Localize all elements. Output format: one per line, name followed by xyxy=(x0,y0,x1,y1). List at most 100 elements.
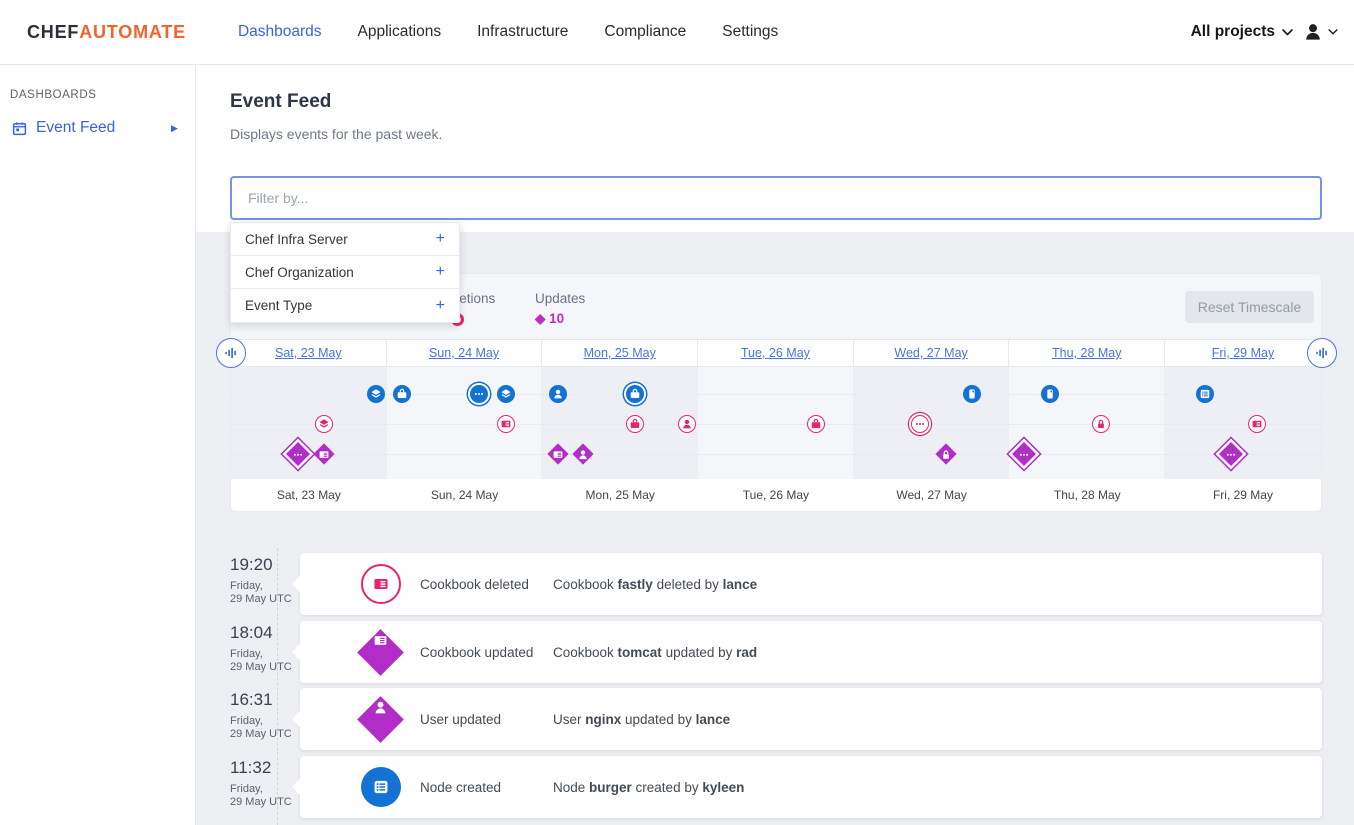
timeline-day-column xyxy=(231,367,387,479)
event-description: Cookbook tomcat updated by rad xyxy=(553,645,757,660)
chevron-down-icon xyxy=(1328,29,1338,35)
filter-category-chef-infra-server[interactable]: Chef Infra Server+ xyxy=(231,223,459,256)
timeline-day-footer: Sat, 23 MaySun, 24 MayMon, 25 MayTue, 26… xyxy=(231,479,1321,511)
timeline-marker-person-icon[interactable] xyxy=(678,415,696,433)
event-type-label: Node created xyxy=(420,780,553,795)
timeline-marker-dots-icon[interactable] xyxy=(911,415,929,433)
timeline-day-column xyxy=(1165,367,1321,479)
timeline-grid xyxy=(231,367,1321,479)
event-card[interactable]: Cookbook deletedCookbook fastly deleted … xyxy=(300,553,1322,615)
event-description: User nginx updated by lance xyxy=(553,712,730,727)
filter-dropdown: Chef Infra Server+Chef Organization+Even… xyxy=(230,222,460,323)
timeline-day-footer-label: Wed, 27 May xyxy=(854,479,1010,511)
calendar-icon xyxy=(12,121,27,136)
event-timestamp: 16:31 Friday,29 May UTC xyxy=(230,690,300,741)
timeline-marker-bag-icon[interactable] xyxy=(393,385,411,403)
timeline-marker-cookbook-icon[interactable] xyxy=(497,415,515,433)
filter-category-event-type[interactable]: Event Type + xyxy=(231,289,459,322)
cookbook-icon xyxy=(357,629,404,676)
timeline-marker-bag-icon[interactable] xyxy=(807,415,825,433)
stat-updates-label: Updates xyxy=(535,291,585,306)
nav-item-compliance[interactable]: Compliance xyxy=(586,13,704,51)
event-time: 19:20 xyxy=(230,555,300,575)
user-menu-button[interactable] xyxy=(1303,22,1338,42)
sidebar: DASHBOARDS Event Feed ▶ xyxy=(0,65,196,825)
cookbook-icon xyxy=(361,564,401,604)
expand-plus-icon[interactable]: + xyxy=(436,230,445,248)
nav-item-settings[interactable]: Settings xyxy=(704,13,796,51)
timeline-marker-dots-icon[interactable] xyxy=(470,385,488,403)
timeline-day-column xyxy=(698,367,854,479)
stat-updates: Updates ◆ 10 xyxy=(535,291,585,327)
timeline-day-link[interactable]: Thu, 28 May xyxy=(1009,340,1165,366)
timeline-day-column xyxy=(387,367,543,479)
timeline-day-link[interactable]: Sat, 23 May xyxy=(231,340,387,366)
event-card[interactable]: User updatedUser nginx updated by lance xyxy=(300,688,1322,750)
sidebar-heading: DASHBOARDS xyxy=(10,89,195,101)
timeline-marker-list-icon[interactable] xyxy=(1196,385,1214,403)
event-time: 18:04 xyxy=(230,623,300,643)
filter-category-label: Event Type xyxy=(245,298,312,313)
event-card[interactable]: Node createdNode burger created by kylee… xyxy=(300,756,1322,818)
reset-timescale-button[interactable]: Reset Timescale xyxy=(1185,291,1314,323)
chef-automate-logo[interactable]: CHEF AUTOMATE xyxy=(27,22,186,43)
logo-automate: AUTOMATE xyxy=(79,22,186,43)
timeline-marker-layers-icon[interactable] xyxy=(497,385,515,403)
expand-arrow-icon[interactable]: ▶ xyxy=(171,123,178,134)
chevron-down-icon xyxy=(1282,29,1293,36)
timeline-marker-layers-icon[interactable] xyxy=(315,415,333,433)
event-date: Friday,29 May UTC xyxy=(230,715,300,741)
timeline-marker-lock-icon[interactable] xyxy=(1092,415,1110,433)
timeline-day-link[interactable]: Sun, 24 May xyxy=(387,340,543,366)
gridline-deleted xyxy=(231,424,1321,425)
sidebar-item-label: Event Feed xyxy=(36,119,115,137)
projects-filter-button[interactable]: All projects xyxy=(1191,23,1293,41)
event-date: Friday,29 May UTC xyxy=(230,580,300,606)
nav-item-applications[interactable]: Applications xyxy=(340,13,460,51)
filter-input[interactable] xyxy=(230,176,1322,220)
event-timestamp: 11:32 Friday,29 May UTC xyxy=(230,758,300,809)
logo-chef: CHEF xyxy=(27,22,79,43)
filter-category-chef-organization[interactable]: Chef Organization + xyxy=(231,256,459,289)
nav-right: All projects xyxy=(1191,22,1338,42)
timescale-handle-right[interactable] xyxy=(1307,338,1337,368)
timeline-day-link[interactable]: Fri, 29 May xyxy=(1165,340,1321,366)
gridline-updated xyxy=(231,454,1321,455)
timeline-day-header: Sat, 23 MaySun, 24 MayMon, 25 MayTue, 26… xyxy=(231,339,1321,367)
timeline-day-column xyxy=(854,367,1010,479)
timeline-marker-bag-icon[interactable] xyxy=(626,385,644,403)
projects-filter-label: All projects xyxy=(1191,23,1275,41)
timeline-marker-cookbook-icon[interactable] xyxy=(1248,415,1266,433)
filter-category-label: Chef Organization xyxy=(245,265,354,280)
top-navigation: CHEF AUTOMATE DashboardsApplicationsInfr… xyxy=(0,0,1354,65)
sidebar-item-event-feed[interactable]: Event Feed ▶ xyxy=(0,117,195,139)
expand-plus-icon[interactable]: + xyxy=(436,263,445,281)
timeline-day-link[interactable]: Wed, 27 May xyxy=(854,340,1010,366)
event-type-label: Cookbook deleted xyxy=(420,577,553,592)
event-date: Friday,29 May UTC xyxy=(230,783,300,809)
timeline-day-link[interactable]: Tue, 26 May xyxy=(698,340,854,366)
user-avatar-icon xyxy=(1303,22,1323,42)
timeline-day-footer-label: Thu, 28 May xyxy=(1009,479,1165,511)
person-icon xyxy=(357,696,404,743)
event-description: Node burger created by kyleen xyxy=(553,780,744,795)
timeline-marker-layers-icon[interactable] xyxy=(367,385,385,403)
timeline-day-column xyxy=(542,367,698,479)
timeline-marker-person-icon[interactable] xyxy=(549,385,567,403)
timescale-handle-left[interactable] xyxy=(216,338,246,368)
event-timestamp: 19:20 Friday,29 May UTC xyxy=(230,555,300,606)
timeline-day-link[interactable]: Mon, 25 May xyxy=(542,340,698,366)
timeline-day-footer-label: Mon, 25 May xyxy=(542,479,698,511)
nav-item-dashboards[interactable]: Dashboards xyxy=(220,13,340,51)
timeline-marker-node-icon[interactable] xyxy=(1041,385,1059,403)
expand-plus-icon[interactable]: + xyxy=(436,297,445,315)
timeline-day-column xyxy=(1009,367,1165,479)
event-description: Cookbook fastly deleted by lance xyxy=(553,577,757,592)
event-card[interactable]: Cookbook updatedCookbook tomcat updated … xyxy=(300,621,1322,683)
page-title: Event Feed xyxy=(230,91,331,113)
timeline-marker-node-icon[interactable] xyxy=(963,385,981,403)
timeline-marker-bag-icon[interactable] xyxy=(626,415,644,433)
timeline-day-footer-label: Sun, 24 May xyxy=(387,479,543,511)
nav-item-infrastructure[interactable]: Infrastructure xyxy=(459,13,586,51)
event-type-label: Cookbook updated xyxy=(420,645,553,660)
